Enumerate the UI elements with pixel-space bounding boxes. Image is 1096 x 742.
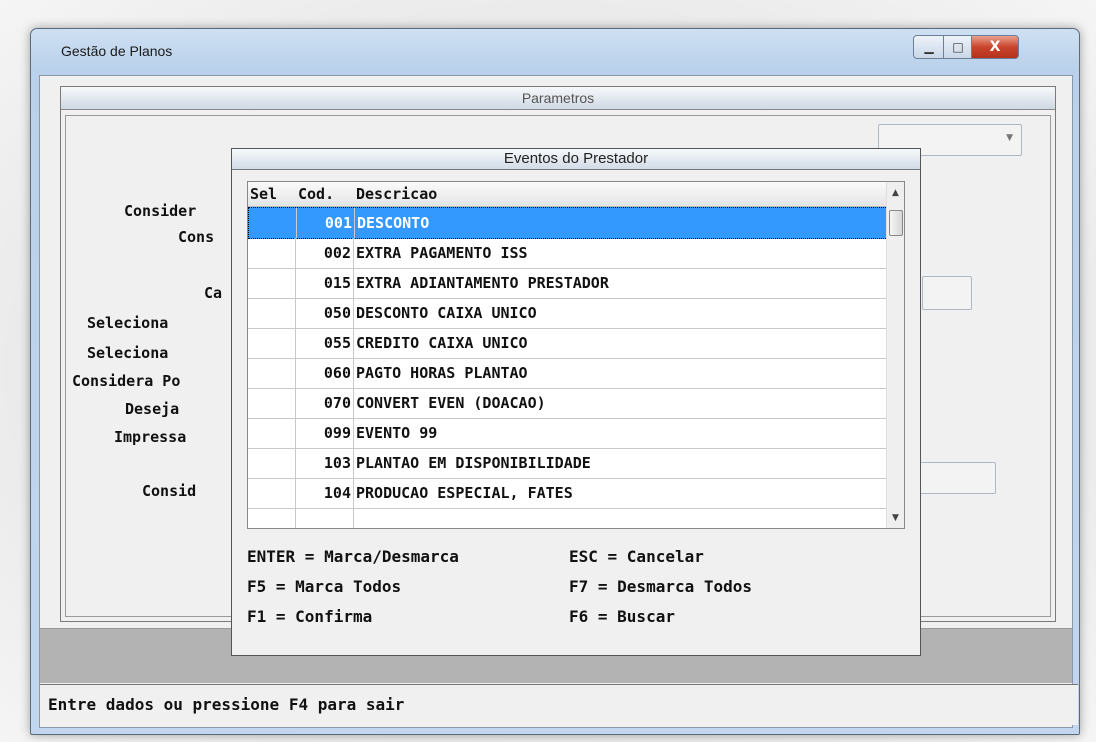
sel-cell (249, 208, 297, 238)
table-row[interactable]: 070 CONVERT EVEN (DOACAO) (248, 388, 886, 419)
minimize-button[interactable]: ▁ (913, 35, 945, 59)
param-label: Deseja (125, 400, 180, 418)
cod-cell: 099 (296, 418, 354, 448)
cod-cell: 050 (296, 298, 354, 328)
sel-cell (248, 388, 296, 418)
cod-cell (296, 508, 354, 528)
column-header-desc[interactable]: Descricao (356, 182, 437, 206)
sel-cell (248, 478, 296, 508)
sel-cell (248, 358, 296, 388)
table-row[interactable]: 099 EVENTO 99 (248, 418, 886, 449)
scroll-up-icon[interactable]: ▲ (887, 184, 904, 201)
param-label: Seleciona (87, 344, 169, 362)
sel-cell (248, 268, 296, 298)
desc-cell: CONVERT EVEN (DOACAO) (356, 394, 546, 412)
desc-cell: DESCONTO CAIXA UNICO (356, 304, 537, 322)
help-f6: F6 = Buscar (569, 607, 675, 626)
help-f5: F5 = Marca Todos (247, 577, 402, 596)
close-icon: X (989, 39, 1001, 55)
scroll-down-icon[interactable]: ▼ (887, 509, 904, 526)
param-label: Considera Po (72, 372, 181, 390)
param-label: Cons (178, 228, 215, 246)
help-esc: ESC = Cancelar (569, 547, 704, 566)
sel-cell (248, 418, 296, 448)
grid-header: Sel Cod. Descricao (248, 182, 886, 207)
column-header-sel[interactable]: Sel (250, 182, 277, 206)
column-header-cod[interactable]: Cod. (298, 182, 334, 206)
desc-cell: CREDITO CAIXA UNICO (356, 334, 528, 352)
cod-cell: 015 (296, 268, 354, 298)
cod-cell: 060 (296, 358, 354, 388)
desc-cell: EXTRA PAGAMENTO ISS (356, 244, 528, 262)
help-f7: F7 = Desmarca Todos (569, 577, 753, 596)
help-f1: F1 = Confirma (247, 607, 373, 626)
cod-cell: 070 (296, 388, 354, 418)
desc-cell: EVENTO 99 (356, 424, 438, 442)
param-label: Consid (142, 482, 197, 500)
cod-cell: 055 (296, 328, 354, 358)
param-label: Ca (204, 284, 223, 302)
param-label: Consider (124, 202, 197, 220)
sel-cell (248, 298, 296, 328)
cod-cell: 104 (296, 478, 354, 508)
input-field[interactable] (922, 276, 972, 310)
maximize-icon: □ (952, 40, 964, 54)
app-window: Gestão de Planos ▁ □ X Parametros Consid… (30, 28, 1080, 735)
parametros-header: Parametros (61, 87, 1055, 110)
minimize-icon: ▁ (924, 40, 934, 54)
param-label: Impressa (114, 428, 187, 446)
status-bar: Entre dados ou pressione F4 para sair (40, 684, 1078, 725)
sel-cell (248, 238, 296, 268)
table-row[interactable]: 060 PAGTO HORAS PLANTAO (248, 358, 886, 389)
sel-cell (248, 328, 296, 358)
table-row[interactable]: 001 DESCONTO (248, 207, 888, 239)
popup-title: Eventos do Prestador (232, 149, 920, 170)
chevron-down-icon: ▼ (1006, 133, 1013, 143)
sel-cell (248, 508, 296, 528)
desc-cell (354, 508, 886, 528)
close-button[interactable]: X (971, 35, 1019, 59)
desc-cell: PAGTO HORAS PLANTAO (356, 364, 528, 382)
table-row[interactable]: 002 EXTRA PAGAMENTO ISS (248, 238, 886, 269)
table-row[interactable]: 103 PLANTAO EM DISPONIBILIDADE (248, 448, 886, 479)
window-title: Gestão de Planos (61, 43, 173, 59)
cod-cell: 103 (296, 448, 354, 478)
maximize-button[interactable]: □ (943, 35, 973, 59)
desc-cell: PLANTAO EM DISPONIBILIDADE (356, 454, 591, 472)
cod-cell: 001 (297, 208, 355, 238)
param-label: Seleciona (87, 314, 169, 332)
table-row[interactable]: 050 DESCONTO CAIXA UNICO (248, 298, 886, 329)
table-row[interactable]: 104 PRODUCAO ESPECIAL, FATES (248, 478, 886, 509)
table-row[interactable]: 055 CREDITO CAIXA UNICO (248, 328, 886, 359)
scroll-thumb[interactable] (889, 210, 903, 236)
table-row[interactable]: 015 EXTRA ADIANTAMENTO PRESTADOR (248, 268, 886, 299)
title-bar: Gestão de Planos ▁ □ X (31, 29, 1079, 75)
vertical-scrollbar[interactable]: ▲ ▼ (886, 182, 904, 528)
desc-cell: PRODUCAO ESPECIAL, FATES (356, 484, 573, 502)
events-popup: Eventos do Prestador Sel Cod. Descricao … (231, 148, 921, 656)
table-row[interactable] (248, 508, 886, 528)
desc-cell: EXTRA ADIANTAMENTO PRESTADOR (356, 274, 609, 292)
sel-cell (248, 448, 296, 478)
cod-cell: 002 (296, 238, 354, 268)
events-grid[interactable]: Sel Cod. Descricao 001 DESCONTO 002 EXTR… (247, 181, 905, 529)
client-area: Parametros Consider Cons Ca Seleciona Se… (39, 75, 1078, 728)
desc-cell: DESCONTO (357, 214, 430, 232)
help-enter: ENTER = Marca/Desmarca (247, 547, 459, 566)
